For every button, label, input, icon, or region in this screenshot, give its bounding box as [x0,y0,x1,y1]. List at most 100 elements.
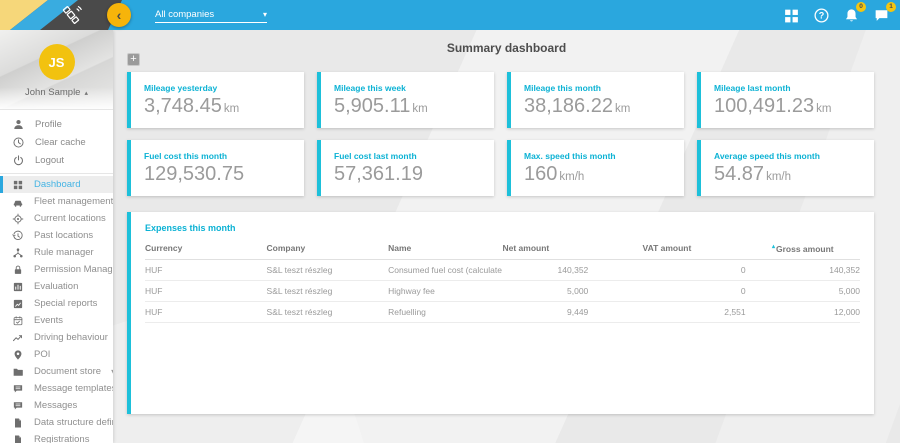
account-item-logout[interactable]: Logout [0,151,113,169]
notifications-icon[interactable]: 0 [843,7,860,24]
sidebar-item-label: Past locations [34,230,93,241]
card-value: 3,748.45km [144,95,298,118]
card-mileage-last-month: Mileage last month100,491.23km [697,72,874,128]
sidebar-item-fleet-management[interactable]: Fleet management▾ [0,193,113,210]
card-value: 38,186.22km [524,95,678,118]
table-cell: S&L teszt részleg [267,301,389,322]
card-unit: km [615,103,630,115]
sidebar-item-document-store[interactable]: Document store▾ [0,363,113,380]
help-icon[interactable]: ? [813,7,830,24]
chat-lines-icon [12,383,24,395]
column-header-net-amount[interactable]: Net amount [502,237,588,259]
sidebar-user-header: JS John Sample ▴ [0,30,113,110]
current-locations-icon [12,213,24,225]
expenses-panel-title: Expenses this month [145,223,860,233]
card-value: 160km/h [524,163,678,186]
permission-icon [12,264,24,276]
card-average-speed-this-month: Average speed this month 54.87km/h [697,140,874,196]
column-header-company[interactable]: Company [267,237,389,259]
card-title: Mileage yesterday [144,83,298,93]
user-menu-toggle[interactable]: John Sample ▴ [0,87,113,98]
notifications-badge: 0 [856,2,866,12]
sidebar-item-registrations[interactable]: Registrations [0,431,113,443]
file-icon [12,417,24,429]
sidebar-item-special-reports[interactable]: Special reports [0,295,113,312]
events-icon [12,315,24,327]
sidebar-item-permission-manager[interactable]: Permission Manager [0,261,113,278]
sidebar-item-label: Registrations [34,434,89,443]
sidebar-item-message-templates[interactable]: Message templates [0,380,113,397]
card-value: 54.87km/h [714,163,868,186]
sort-indicator-icon: ▴ [772,244,775,250]
file-icon [12,434,24,443]
sidebar-item-label: Data structure definition [34,417,113,428]
table-cell: 0 [588,259,745,280]
sidebar-item-past-locations[interactable]: Past locations [0,227,113,244]
expenses-header-row: CurrencyCompanyNameNet amountVAT amount▴… [145,237,860,259]
sidebar-item-events[interactable]: Events [0,312,113,329]
chevron-down-icon: ▾ [263,10,267,19]
expenses-panel: Expenses this month CurrencyCompanyNameN… [127,212,874,414]
user-name: John Sample [25,87,80,98]
table-cell: HUF [145,259,267,280]
table-cell: S&L teszt részleg [267,280,389,301]
sidebar-item-label: Permission Manager [34,264,113,275]
collapse-sidebar-button[interactable]: ‹ [107,3,131,27]
top-bar: ‹ All companies ▾ ?01 [0,0,900,30]
poi-icon [12,349,24,361]
expenses-table: CurrencyCompanyNameNet amountVAT amount▴… [145,237,860,323]
clear-cache-icon [12,136,25,149]
account-item-clear-cache[interactable]: Clear cache [0,133,113,151]
card-title: Mileage this month [524,83,678,93]
svg-text:?: ? [819,10,825,20]
card-value: 100,491.23km [714,95,868,118]
evaluation-icon [12,281,24,293]
column-header-gross-amount[interactable]: ▴Gross amount [746,237,860,259]
card-title: Mileage this week [334,83,488,93]
sidebar-item-driving-behaviour[interactable]: Driving behaviour [0,329,113,346]
card-mileage-this-month: Mileage this month 38,186.22km [507,72,684,128]
sidebar-item-messages[interactable]: Messages [0,397,113,414]
card-unit: km [224,103,239,115]
sidebar-item-label: Driving behaviour [34,332,108,343]
avatar: JS [39,44,75,80]
apps-icon[interactable] [783,7,800,24]
rule-manager-icon [12,247,24,259]
column-header-vat-amount[interactable]: VAT amount [588,237,745,259]
sidebar-item-poi[interactable]: POI [0,346,113,363]
column-header-name[interactable]: Name [388,237,502,259]
past-locations-icon [12,230,24,242]
messages-badge: 1 [886,2,896,12]
card-unit: km [412,103,427,115]
table-cell: HUF [145,280,267,301]
sidebar-item-label: Dashboard [34,179,80,190]
card-unit: km/h [559,171,584,183]
column-header-currency[interactable]: Currency [145,237,267,259]
account-actions: Profile Clear cache Logout [0,110,113,174]
sidebar-item-current-locations[interactable]: Current locations [0,210,113,227]
account-item-label: Logout [35,155,64,166]
account-item-label: Profile [35,119,62,130]
card-value: 5,905.11km [334,95,488,118]
sidebar-item-evaluation[interactable]: Evaluation [0,278,113,295]
sidebar-item-label: Evaluation [34,281,78,292]
sidebar-item-dashboard[interactable]: Dashboard [0,176,113,193]
table-cell: 0 [588,280,745,301]
sidebar-item-rule-manager[interactable]: Rule manager [0,244,113,261]
sidebar-item-label: Special reports [34,298,97,309]
table-cell: Consumed fuel cost (calculated by system… [388,259,502,280]
sidebar-item-data-structure-definition[interactable]: Data structure definition [0,414,113,431]
card-unit: km [816,103,831,115]
sidebar-item-label: POI [34,349,50,360]
add-widget-button[interactable]: + [127,53,140,66]
table-cell: 140,352 [502,259,588,280]
account-item-profile[interactable]: Profile [0,115,113,133]
card-fuel-cost-this-month: Fuel cost this month129,530.75 [127,140,304,196]
sidebar: JS John Sample ▴ Profile Clear cache Logou… [0,30,113,443]
table-cell: Refuelling [388,301,502,322]
messages-icon[interactable]: 1 [873,7,890,24]
sidebar-item-label: Messages [34,400,77,411]
card-title: Average speed this month [714,151,868,161]
company-selector[interactable]: All companies ▾ [155,6,267,23]
table-cell: 2,551 [588,301,745,322]
